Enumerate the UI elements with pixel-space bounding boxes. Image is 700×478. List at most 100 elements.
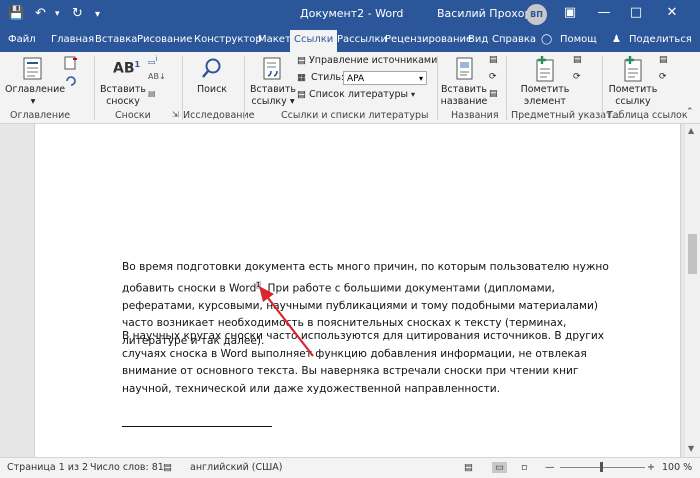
insert-footnote-button[interactable]: Вставить сноску	[98, 84, 148, 108]
chevron-down-icon: ▾	[418, 74, 423, 83]
tab-mailings[interactable]: Рассылки	[337, 34, 387, 45]
tab-draw[interactable]: Рисование	[137, 34, 192, 45]
update-table-of-authorities-icon[interactable]: ⟳	[659, 72, 667, 82]
manage-sources-label: Управление источниками	[309, 55, 438, 66]
tab-layout[interactable]: Макет	[258, 34, 291, 45]
bibliography-button[interactable]: ▤ Список литературы ▾	[297, 89, 415, 100]
zoom-slider-thumb[interactable]	[600, 462, 603, 472]
page-count[interactable]: Страница 1 из 2	[7, 462, 88, 473]
style-icon: ▦	[297, 72, 306, 83]
style-select-value: APA	[347, 74, 365, 84]
next-footnote-icon[interactable]: AB↓	[148, 72, 166, 81]
zoom-out-icon[interactable]: —	[545, 462, 555, 473]
insert-caption-icon	[456, 57, 473, 80]
search-button[interactable]: Поиск	[188, 84, 236, 96]
manage-sources-icon: ▤	[297, 55, 306, 66]
redo-icon[interactable]: ↻	[72, 6, 83, 21]
authorities-group-label: Таблица ссылок	[607, 110, 688, 121]
insert-citation-label-1: Вставить	[249, 84, 296, 95]
language[interactable]: английский (США)	[190, 462, 282, 473]
insert-citation-icon	[263, 57, 281, 80]
tab-insert[interactable]: Вставка	[95, 34, 137, 45]
proofing-icon[interactable]: ▤	[163, 462, 172, 473]
undo-dropdown-icon[interactable]: ▾	[55, 9, 60, 19]
insert-caption-label-1: Вставить	[440, 84, 487, 95]
tab-view[interactable]: Вид	[468, 34, 488, 45]
insert-citation-button[interactable]: Вставить ссылку ▾	[249, 84, 297, 108]
footnotes-dialog-launcher-icon[interactable]: ⇲	[172, 110, 179, 119]
share-button[interactable]: Поделиться	[629, 34, 692, 45]
mark-entry-label-2: элемент	[524, 96, 566, 107]
insert-table-of-figures-icon[interactable]: ▤	[489, 55, 498, 65]
mark-entry-button[interactable]: Пометить элемент	[519, 84, 571, 108]
mark-citation-label-1: Пометить	[608, 84, 658, 95]
minimize-icon[interactable]: —	[596, 5, 612, 23]
insert-citation-label-2: ссылку	[251, 96, 287, 107]
close-icon[interactable]: ✕	[664, 5, 680, 23]
mark-entry-icon	[536, 56, 554, 82]
manage-sources-button[interactable]: ▤ Управление источниками	[297, 55, 437, 66]
toc-group-label: Оглавление	[10, 110, 71, 121]
tab-review[interactable]: Рецензирование	[385, 34, 472, 45]
insert-footnote-label-2: сноску	[106, 96, 140, 107]
tab-help[interactable]: Справка	[492, 34, 536, 45]
group-divider	[244, 56, 245, 120]
scroll-up-icon[interactable]: ▲	[688, 126, 694, 135]
web-layout-icon[interactable]: ▫	[521, 462, 527, 473]
table-of-contents-icon	[23, 57, 42, 80]
tab-file[interactable]: Файл	[8, 34, 36, 45]
undo-icon[interactable]: ↶	[35, 6, 46, 21]
search-icon	[202, 58, 221, 78]
bibliography-label: Список литературы	[309, 89, 408, 100]
insert-table-of-authorities-icon[interactable]: ▤	[659, 55, 668, 65]
group-divider	[437, 56, 438, 120]
tab-references[interactable]: Ссылки	[290, 30, 338, 52]
zoom-level[interactable]: 100 %	[662, 462, 692, 473]
citation-dropdown-icon: ▾	[289, 96, 295, 107]
insert-endnote-icon[interactable]: ▭i	[148, 55, 157, 67]
save-icon[interactable]: 💾	[8, 6, 24, 21]
cross-reference-icon[interactable]: ▤	[489, 89, 498, 99]
share-icon[interactable]: ♟	[612, 34, 621, 45]
update-index-icon[interactable]: ⟳	[573, 72, 581, 82]
index-group-label: Предметный указат...	[511, 110, 621, 121]
title-bar: 💾 ↶ ▾ ↻ ▾ Документ2 - Word Василий Прохо…	[0, 0, 700, 30]
style-select[interactable]: APA ▾	[343, 71, 427, 85]
zoom-in-icon[interactable]: +	[647, 462, 655, 473]
avatar[interactable]: ВП	[526, 4, 547, 25]
insert-footnote-icon: AB1	[113, 60, 141, 77]
insert-caption-label-2: название	[440, 96, 488, 107]
show-notes-icon[interactable]: ▤	[148, 89, 156, 98]
citations-group-label: Ссылки и списки литературы	[281, 110, 429, 121]
print-layout-icon[interactable]: ▭	[492, 462, 507, 473]
update-table-icon[interactable]	[64, 74, 78, 88]
ribbon-display-options-icon[interactable]: ▣	[562, 5, 578, 23]
toc-button[interactable]: Оглавление ▾	[5, 84, 65, 108]
customize-quick-access-icon[interactable]: ▾	[95, 9, 100, 20]
tab-design[interactable]: Конструктор	[194, 34, 262, 45]
mark-citation-icon	[624, 56, 642, 82]
group-divider	[506, 56, 507, 120]
style-label: Стиль:	[311, 72, 345, 83]
lightbulb-icon[interactable]: ◯	[541, 34, 552, 45]
scroll-down-icon[interactable]: ▼	[688, 444, 694, 453]
group-divider	[602, 56, 603, 120]
document-area: Во время подготовки документа есть много…	[0, 124, 685, 457]
insert-index-icon[interactable]: ▤	[573, 55, 582, 65]
scroll-thumb[interactable]	[688, 234, 697, 274]
maximize-icon[interactable]: □	[628, 5, 644, 23]
tab-home[interactable]: Главная	[51, 34, 94, 45]
help-search[interactable]: Помощ	[560, 34, 597, 45]
update-table-of-figures-icon[interactable]: ⟳	[489, 72, 497, 82]
document-title: Документ2 - Word	[300, 7, 404, 20]
read-mode-icon[interactable]: ▤	[464, 462, 473, 473]
vertical-scrollbar[interactable]: ▲ ▼	[685, 124, 700, 457]
collapse-ribbon-icon[interactable]: ⌃	[686, 107, 694, 117]
add-text-icon[interactable]	[64, 56, 78, 70]
annotation-arrow	[259, 286, 314, 357]
word-count[interactable]: Число слов: 81	[90, 462, 164, 473]
mark-citation-label-2: ссылку	[615, 96, 651, 107]
mark-citation-button[interactable]: Пометить ссылку	[607, 84, 659, 108]
ribbon: Оглавление ▾ Оглавление AB1 Вставить сно…	[0, 52, 700, 124]
insert-caption-button[interactable]: Вставить название	[440, 84, 488, 108]
